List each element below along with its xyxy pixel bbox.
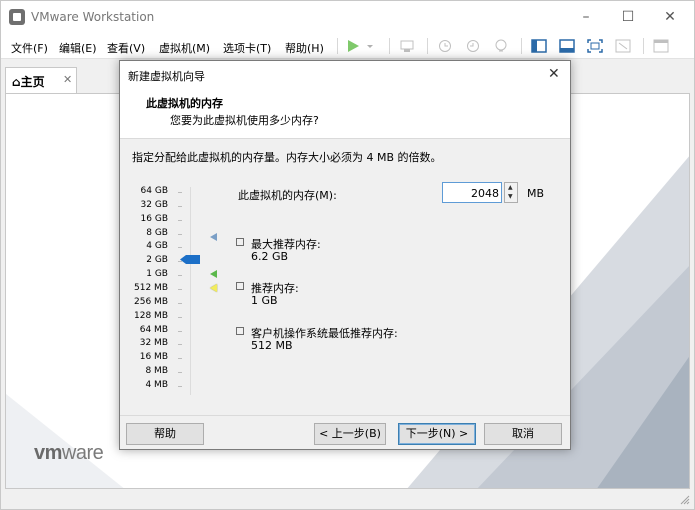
- memory-scale-label: 16 GB: [140, 213, 168, 224]
- title-bar: VMware Workstation – ☐ ✕: [1, 1, 694, 33]
- home-tab-label: 主页: [20, 75, 45, 89]
- home-icon: ⌂: [12, 75, 21, 89]
- memory-scale-tick: [178, 192, 182, 193]
- memory-scale-label: 8 GB: [146, 227, 168, 238]
- memory-scale-tick: [178, 358, 182, 360]
- memory-scale-label: 4 GB: [146, 241, 168, 252]
- memory-unit: MB: [527, 187, 545, 200]
- library-icon[interactable]: [653, 39, 669, 53]
- menu-edit[interactable]: 编辑(E): [59, 40, 97, 56]
- memory-scale-tick: [178, 288, 182, 290]
- minimum-marker-icon: [210, 284, 217, 292]
- close-button[interactable]: ✕: [657, 7, 683, 27]
- resize-grip-icon[interactable]: [680, 495, 690, 505]
- memory-scale-tick: [178, 247, 182, 249]
- menu-file[interactable]: 文件(F): [11, 40, 48, 56]
- recommended-marker-icon: [210, 270, 217, 278]
- fullscreen-icon[interactable]: [587, 39, 603, 53]
- toolbar-separator: [337, 38, 338, 54]
- memory-scale-tick: [178, 233, 182, 235]
- memory-scale-label: 64 MB: [139, 324, 168, 335]
- memory-scale-tick: [178, 316, 182, 318]
- menu-view[interactable]: 查看(V): [107, 40, 145, 56]
- menu-tabs[interactable]: 选项卡(T): [223, 40, 271, 56]
- revert-snapshot-icon[interactable]: [465, 39, 481, 53]
- dialog-subheading: 您要为此虚拟机使用多少内存?: [170, 114, 319, 127]
- tab-home[interactable]: ⌂主页 ✕: [5, 67, 77, 93]
- memory-scale-tick: [178, 330, 182, 332]
- memory-scale-tick: [178, 344, 182, 346]
- memory-scale-label: 1 GB: [146, 269, 168, 280]
- memory-scale-label: 4 MB: [145, 379, 168, 390]
- toolbar-separator: [427, 38, 428, 54]
- dialog-title: 新建虚拟机向导: [128, 70, 205, 83]
- max-recommended-marker-icon: [210, 233, 217, 241]
- memory-scale-label: 256 MB: [134, 296, 168, 307]
- memory-scale-tick: [178, 372, 182, 374]
- spin-down-icon[interactable]: ▼: [508, 193, 513, 200]
- stretch-icon[interactable]: [615, 39, 631, 53]
- new-vm-wizard-dialog: 新建虚拟机向导 ✕ 此虚拟机的内存 您要为此虚拟机使用多少内存? 指定分配给此虚…: [119, 60, 571, 450]
- memory-scale-label: 32 GB: [140, 199, 168, 210]
- memory-input[interactable]: 2048: [442, 182, 502, 203]
- memory-input-value: 2048: [471, 187, 499, 200]
- toolbar-separator: [643, 38, 644, 54]
- memory-scale-tick: [178, 385, 182, 387]
- close-tab-icon[interactable]: ✕: [63, 73, 72, 86]
- console-view-icon[interactable]: [531, 39, 547, 53]
- memory-scale-tick: [178, 205, 182, 207]
- dialog-close-button[interactable]: ✕: [548, 66, 560, 82]
- menu-vm[interactable]: 虚拟机(M): [159, 40, 210, 56]
- minimum-recommended-value: 512 MB: [251, 339, 293, 352]
- memory-scale-tick: [178, 261, 182, 263]
- dialog-heading: 此虚拟机的内存: [146, 97, 223, 110]
- memory-scale-label: 2 GB: [146, 255, 168, 266]
- help-button[interactable]: 帮助: [126, 423, 204, 445]
- play-icon[interactable]: [345, 39, 361, 53]
- max-recommended-value: 6.2 GB: [251, 250, 289, 263]
- dialog-header: 此虚拟机的内存 您要为此虚拟机使用多少内存?: [120, 89, 570, 139]
- app-title: VMware Workstation: [31, 10, 155, 24]
- back-button[interactable]: < 上一步(B): [314, 423, 386, 445]
- memory-slider-track[interactable]: [190, 187, 191, 395]
- memory-scale-label: 8 MB: [145, 366, 168, 377]
- memory-scale-tick: [178, 302, 182, 304]
- dropdown-icon[interactable]: [365, 39, 375, 53]
- minimize-button[interactable]: –: [573, 7, 599, 27]
- send-ctrl-alt-del-icon[interactable]: [399, 39, 415, 53]
- recommended-value: 1 GB: [251, 294, 278, 307]
- memory-instruction: 指定分配给此虚拟机的内存量。内存大小必须为 4 MB 的倍数。: [132, 151, 442, 164]
- memory-scale-tick: [178, 275, 182, 277]
- unity-view-icon[interactable]: [559, 39, 575, 53]
- menu-help[interactable]: 帮助(H): [285, 40, 324, 56]
- vmware-app-icon: [9, 9, 25, 25]
- memory-scale-tick: [178, 219, 182, 221]
- memory-slider-thumb[interactable]: [180, 255, 200, 264]
- memory-scale-label: 512 MB: [134, 282, 168, 293]
- memory-scale-label: 128 MB: [134, 310, 168, 321]
- dialog-title-bar: 新建虚拟机向导 ✕: [120, 61, 570, 89]
- home-tab-title: ⌂主页: [12, 73, 45, 90]
- maximize-button[interactable]: ☐: [615, 7, 641, 27]
- status-bar: [1, 491, 694, 509]
- minimum-square-icon: [236, 327, 244, 335]
- recommended-square-icon: [236, 282, 244, 290]
- spin-up-icon[interactable]: ▲: [508, 184, 513, 191]
- snapshot-icon[interactable]: [437, 39, 453, 53]
- memory-scale-label: 64 GB: [140, 186, 168, 196]
- manage-snapshots-icon[interactable]: [493, 39, 509, 53]
- max-recommended-square-icon: [236, 238, 244, 246]
- memory-scale-label: 16 MB: [139, 352, 168, 363]
- vmware-logo: vmware: [34, 442, 104, 464]
- memory-spinner[interactable]: ▲ ▼: [504, 182, 518, 203]
- memory-label: 此虚拟机的内存(M):: [238, 189, 337, 202]
- next-button[interactable]: 下一步(N) >: [398, 423, 476, 445]
- toolbar-separator: [389, 38, 390, 54]
- memory-scale-label: 32 MB: [139, 338, 168, 349]
- cancel-button[interactable]: 取消: [484, 423, 562, 445]
- toolbar-separator: [521, 38, 522, 54]
